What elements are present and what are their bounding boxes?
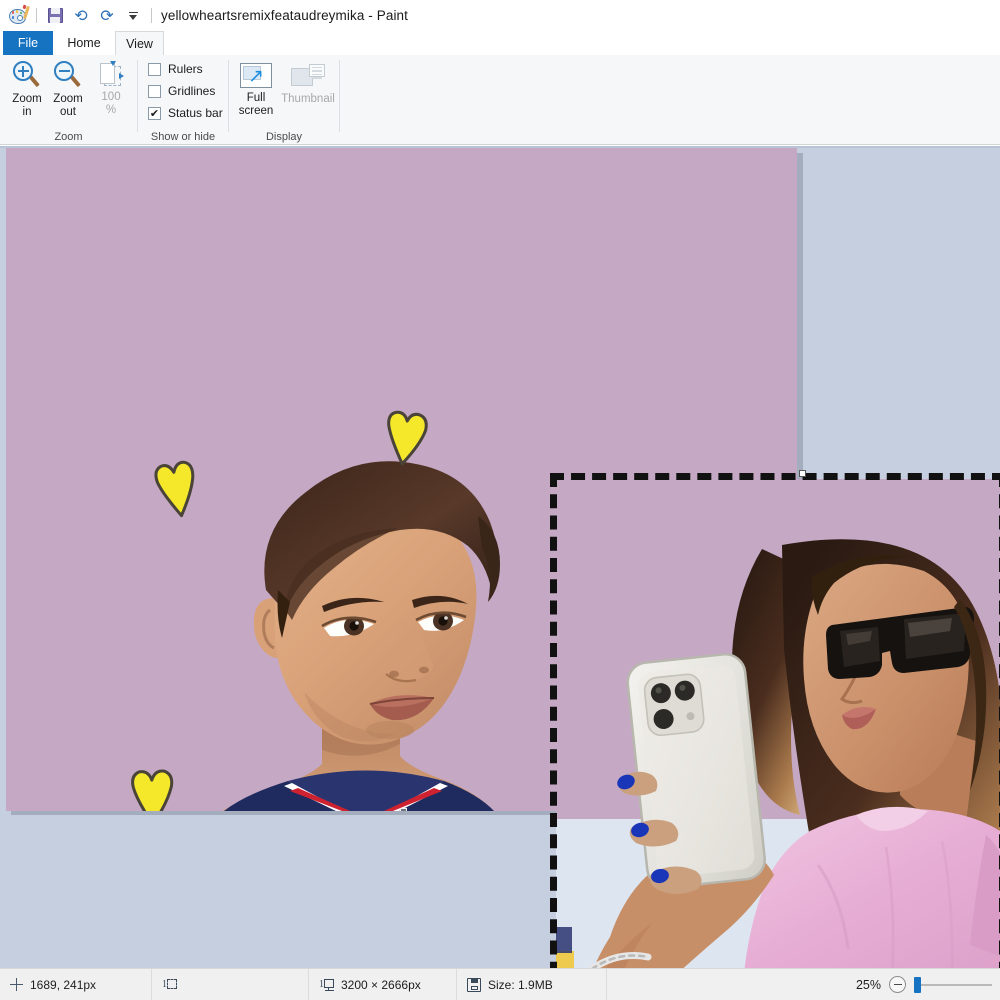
ribbon-group-label-display: Display (229, 131, 339, 143)
image-size-icon: 1 (319, 978, 334, 992)
qat-separator-1 (36, 8, 37, 23)
zoom-in-label-1: Zoom (12, 93, 41, 105)
cursor-position-text: 1689, 241px (30, 978, 96, 992)
selection-handle-top[interactable] (799, 470, 806, 477)
canvas-resize-handle-bottom[interactable] (400, 808, 407, 811)
ribbon: Zoom in Zoom out (0, 55, 1000, 145)
man-photo (194, 412, 554, 811)
selection-size-icon: 1 (162, 978, 177, 992)
window-title: yellowheartsremixfeataudreymika - Paint (161, 8, 408, 23)
cursor-position-icon (10, 978, 23, 991)
thumbnail-label: Thumbnail (281, 93, 335, 105)
ribbon-group-label-show-or-hide: Show or hide (138, 131, 228, 143)
zoom-out-button[interactable]: Zoom out (45, 61, 91, 118)
status-bar-checkbox[interactable]: ✔ Status bar (148, 106, 223, 120)
ribbon-group-label-zoom: Zoom (0, 131, 137, 143)
magnifier-minus-icon (53, 61, 83, 91)
status-bar-label: Status bar (168, 106, 223, 120)
rulers-label: Rulers (168, 62, 203, 76)
redo-icon[interactable]: ⟳ (94, 3, 120, 29)
pasted-selection[interactable] (550, 473, 1000, 968)
image-size-text: 3200 × 2666px (341, 978, 421, 992)
title-bar: ⟲ ⟳ yellowheartsremixfeataudreymika - Pa… (0, 0, 1000, 31)
rulers-checkbox[interactable]: Rulers (148, 62, 203, 76)
cursor-position-cell: 1689, 241px (0, 969, 152, 1000)
ribbon-group-display: ↗ Full screen Thumbnail (229, 55, 339, 145)
thumbnail-button[interactable]: Thumbnail (277, 64, 339, 106)
selection-marquee (550, 473, 1000, 968)
zoom-slider-thumb[interactable] (914, 977, 921, 993)
ribbon-group-zoom: Zoom in Zoom out (0, 55, 137, 145)
gridlines-checkbox[interactable]: Gridlines (148, 84, 215, 98)
file-size-text: Size: 1.9MB (488, 978, 553, 992)
undo-icon[interactable]: ⟲ (68, 3, 94, 29)
magnifier-plus-icon (12, 61, 42, 91)
full-screen-label-1: Full (247, 92, 266, 104)
customize-quick-access-icon[interactable] (120, 3, 146, 29)
status-bar: 1689, 241px 1 1 3200 × 2666px Size: 1.9M… (0, 968, 1000, 1000)
zoom-out-button-status[interactable] (889, 976, 906, 993)
zoom-slider-track (914, 984, 992, 986)
tab-view[interactable]: View (115, 31, 164, 55)
file-size-icon (467, 978, 481, 992)
tab-file[interactable]: File (3, 31, 53, 55)
ribbon-group-show-or-hide: Rulers Gridlines ✔ Status bar Show or hi… (138, 55, 228, 145)
actual-size-button[interactable]: 100 % (88, 62, 134, 116)
save-icon[interactable] (42, 3, 68, 29)
paint-palette-icon[interactable] (5, 3, 31, 29)
actual-size-label-2: % (106, 104, 116, 116)
zoom-in-button[interactable]: Zoom in (4, 61, 50, 118)
selection-size-cell: 1 (152, 969, 309, 1000)
yellow-heart-2 (382, 409, 430, 468)
yellow-heart-4 (128, 766, 178, 811)
status-bar-spacer (607, 969, 856, 1000)
paint-window: ⟲ ⟳ yellowheartsremixfeataudreymika - Pa… (0, 0, 1000, 1000)
file-size-cell: Size: 1.9MB (457, 969, 607, 1000)
zoom-slider[interactable] (914, 969, 992, 1000)
full-screen-icon: ↗ (240, 63, 272, 88)
actual-size-label-1: 100 (101, 91, 120, 103)
quick-access-toolbar: ⟲ ⟳ yellowheartsremixfeataudreymika - Pa… (0, 0, 408, 31)
checkmark-icon: ✔ (150, 108, 159, 119)
zoom-controls: 25% (856, 969, 1000, 1000)
thumbnail-icon (291, 64, 325, 88)
full-screen-button[interactable]: ↗ Full screen (233, 63, 279, 117)
ribbon-tabs: File Home View (0, 31, 1000, 55)
qat-separator-2 (151, 8, 152, 23)
zoom-out-label-1: Zoom (53, 93, 82, 105)
rulers-checkbox-box (148, 63, 161, 76)
actual-size-icon (99, 62, 123, 89)
canvas-workspace[interactable] (0, 146, 1000, 968)
zoom-out-label-2: out (60, 106, 76, 118)
gridlines-label: Gridlines (168, 84, 215, 98)
gridlines-checkbox-box (148, 85, 161, 98)
ribbon-separator-3 (339, 60, 340, 132)
image-size-cell: 1 3200 × 2666px (309, 969, 457, 1000)
zoom-in-label-2: in (23, 106, 32, 118)
zoom-level-text: 25% (856, 978, 881, 992)
status-bar-checkbox-box: ✔ (148, 107, 161, 120)
full-screen-label-2: screen (239, 105, 274, 117)
tab-home[interactable]: Home (57, 31, 111, 55)
